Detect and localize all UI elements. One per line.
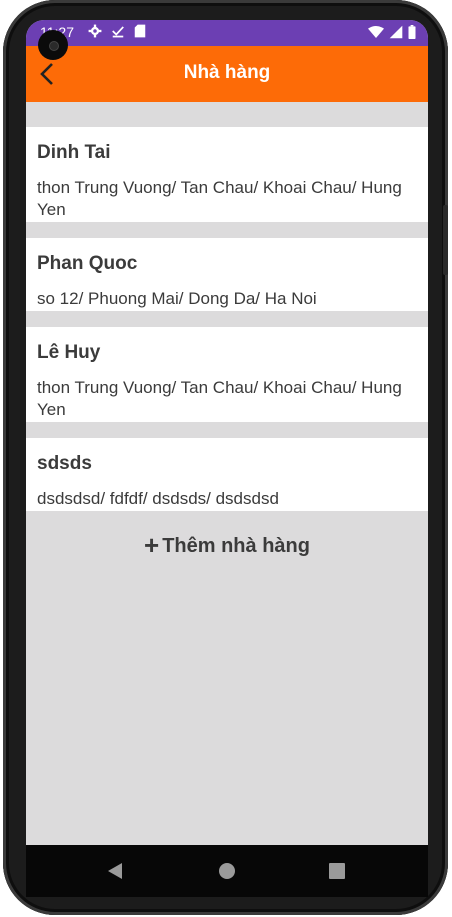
restaurant-list: Dinh Tai thon Trung Vuong/ Tan Chau/ Kho… [26, 127, 428, 527]
list-item[interactable]: Phan Quoc so 12/ Phuong Mai/ Dong Da/ Ha… [26, 238, 428, 311]
restaurant-address: dsdsdsd/ fdfdf/ dsdsds/ dsdsdsd [37, 489, 279, 508]
nav-home-button[interactable] [215, 859, 239, 883]
nav-back-button[interactable] [104, 859, 128, 883]
sd-card-icon [134, 24, 146, 38]
signal-icon [389, 25, 403, 39]
restaurant-name: Lê Huy [37, 342, 101, 363]
navigation-bar [26, 845, 428, 897]
restaurant-name: Phan Quoc [37, 253, 138, 274]
restaurant-address: thon Trung Vuong/ Tan Chau/ Khoai Chau/ … [37, 178, 402, 219]
nav-recents-button[interactable] [325, 859, 349, 883]
list-item[interactable]: Dinh Tai thon Trung Vuong/ Tan Chau/ Kho… [26, 127, 428, 222]
nav-home-icon [219, 863, 235, 879]
restaurant-name: sdsds [37, 453, 92, 474]
front-camera [38, 30, 68, 60]
battery-icon [408, 25, 416, 39]
wifi-icon [368, 26, 384, 38]
app-screen: 11:27 Nhà hàng Dinh Tai thon Trung Vuong… [26, 20, 428, 897]
add-restaurant-button[interactable]: + Thêm nhà hàng [26, 530, 428, 561]
status-bar: 11:27 [26, 20, 428, 46]
app-bar: Nhà hàng [26, 46, 428, 102]
list-item[interactable]: sdsds dsdsdsd/ fdfdf/ dsdsds/ dsdsdsd [26, 438, 428, 511]
plus-icon: + [144, 530, 160, 560]
settings-icon [88, 24, 102, 38]
check-download-icon [112, 26, 124, 38]
restaurant-name: Dinh Tai [37, 142, 111, 163]
page-title: Nhà hàng [183, 62, 271, 83]
list-item[interactable]: Lê Huy thon Trung Vuong/ Tan Chau/ Khoai… [26, 327, 428, 422]
side-button [443, 205, 448, 275]
add-restaurant-label: Thêm nhà hàng [162, 535, 310, 557]
nav-back-icon [108, 863, 122, 879]
restaurant-address: so 12/ Phuong Mai/ Dong Da/ Ha Noi [37, 289, 317, 308]
restaurant-address: thon Trung Vuong/ Tan Chau/ Khoai Chau/ … [37, 378, 402, 419]
nav-recents-icon [329, 863, 345, 879]
